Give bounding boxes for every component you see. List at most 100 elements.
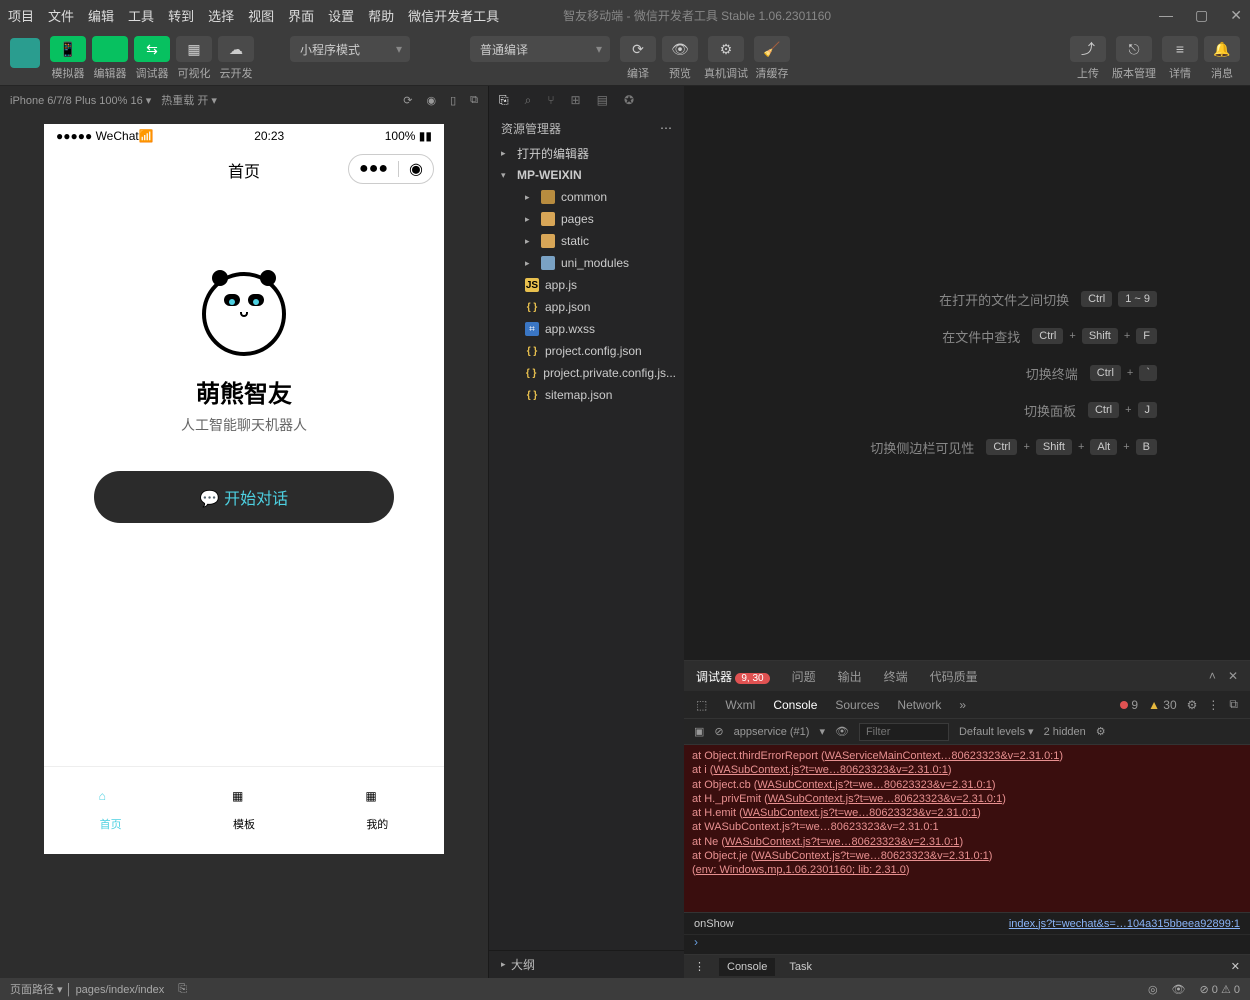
tree-folder[interactable]: ▸pages xyxy=(489,208,684,230)
mode-select[interactable]: 小程序模式 xyxy=(290,36,410,62)
toolbar-button[interactable]: ▦可视化 xyxy=(176,36,212,81)
outline-header[interactable]: ▸大纲 xyxy=(489,950,684,978)
toolbar-button[interactable]: ⇆调试器 xyxy=(134,36,170,81)
device-select[interactable]: iPhone 6/7/8 Plus 100% 16 ▾ xyxy=(10,94,151,107)
close-icon[interactable]: ✕ xyxy=(1228,669,1238,683)
ext-icon[interactable]: ⊞ xyxy=(571,93,581,107)
tab-console[interactable]: Console xyxy=(773,698,817,712)
tree-folder[interactable]: ▸static xyxy=(489,230,684,252)
gear-icon[interactable]: ⚙ xyxy=(1096,725,1106,738)
menu-item[interactable]: 微信开发者工具 xyxy=(408,6,499,25)
toolbar-button[interactable]: ⤴上传 xyxy=(1070,36,1106,81)
device-icon[interactable]: ▯ xyxy=(450,94,456,107)
console-output[interactable]: at Object.thirdErrorReport (WAServiceMai… xyxy=(684,745,1250,912)
menu-item[interactable]: 界面 xyxy=(288,6,314,25)
drawer-tab-task[interactable]: Task xyxy=(789,961,812,973)
files-tab-icon[interactable]: ⎘ xyxy=(499,93,509,108)
tree-file[interactable]: { }project.private.config.js... xyxy=(489,362,684,384)
toolbar-button[interactable]: 编辑器 xyxy=(92,36,128,81)
tab-wxml[interactable]: Wxml xyxy=(725,698,755,712)
menu-item[interactable]: 编辑 xyxy=(88,6,114,25)
toolbar-button[interactable]: 🧹清缓存 xyxy=(754,36,790,81)
record-icon[interactable]: ◉ xyxy=(426,94,436,107)
tab-network[interactable]: Network xyxy=(897,698,941,712)
compile-select[interactable]: 普通编译 xyxy=(470,36,610,62)
refresh-icon[interactable]: ⟳ xyxy=(403,94,412,107)
devpanel-tab[interactable]: 问题 xyxy=(792,668,816,685)
close-icon[interactable]: ✕ xyxy=(1230,7,1242,24)
more-icon[interactable]: ⋮ xyxy=(694,960,705,973)
context-select[interactable]: appservice (#1) xyxy=(734,726,810,738)
devpanel-tab[interactable]: 终端 xyxy=(884,668,908,685)
toolbar-button[interactable]: ⚙真机调试 xyxy=(704,36,748,81)
db-icon[interactable]: ▤ xyxy=(597,93,608,107)
bug-icon[interactable]: ✪ xyxy=(624,93,634,107)
close-icon[interactable]: ✕ xyxy=(1231,960,1240,973)
tree-folder[interactable]: ▸uni_modules xyxy=(489,252,684,274)
more-icon[interactable]: ⋮ xyxy=(1207,698,1219,712)
hot-reload-toggle[interactable]: 热重载 开 ▾ xyxy=(161,92,217,108)
warn-count[interactable]: 30 xyxy=(1163,698,1176,712)
dock-icon[interactable]: ⧉ xyxy=(1229,697,1238,712)
phone-tab[interactable]: ⌂首页 xyxy=(44,767,177,854)
gear-icon[interactable]: ⚙ xyxy=(1187,698,1198,712)
chevron-up-icon[interactable]: ˄ xyxy=(1209,669,1216,683)
inspect-icon[interactable]: ⬚ xyxy=(696,698,707,712)
levels-select[interactable]: Default levels ▾ xyxy=(959,725,1034,738)
toolbar-button[interactable]: 👁预览 xyxy=(662,36,698,81)
tree-file[interactable]: { }sitemap.json xyxy=(489,384,684,406)
copy-icon[interactable]: ⎘ xyxy=(178,983,187,996)
error-count[interactable]: 9 xyxy=(1131,698,1138,712)
target-icon[interactable]: ◉ xyxy=(409,159,423,179)
menu-item[interactable]: 工具 xyxy=(128,6,154,25)
more-icon[interactable]: ⋯ xyxy=(660,121,672,135)
tree-file[interactable]: { }app.json xyxy=(489,296,684,318)
devpanel-tab[interactable]: 调试器 9, 30 xyxy=(696,668,770,693)
filter-input[interactable] xyxy=(859,723,949,741)
search-icon[interactable]: ⌕ xyxy=(525,93,532,108)
start-chat-button[interactable]: 💬 开始对话 xyxy=(94,471,394,523)
hidden-count[interactable]: 2 hidden xyxy=(1044,726,1086,738)
tree-folder[interactable]: ▸common xyxy=(489,186,684,208)
toolbar-button[interactable]: ≡详情 xyxy=(1162,36,1198,81)
page-path[interactable]: 页面路径 ▾ │ pages/index/index xyxy=(10,981,164,997)
tree-file[interactable]: ⌗app.wxss xyxy=(489,318,684,340)
tree-file[interactable]: JSapp.js xyxy=(489,274,684,296)
toolbar-button[interactable]: 📱模拟器 xyxy=(50,36,86,81)
more-icon[interactable]: ●●● xyxy=(359,160,388,178)
drawer-tab-console[interactable]: Console xyxy=(719,958,775,976)
tab-sources[interactable]: Sources xyxy=(835,698,879,712)
toolbar-button[interactable]: ☁云开发 xyxy=(218,36,254,81)
minimize-icon[interactable]: ― xyxy=(1159,7,1173,24)
avatar[interactable] xyxy=(10,38,40,68)
console-prompt[interactable]: › xyxy=(684,934,1250,954)
menu-item[interactable]: 选择 xyxy=(208,6,234,25)
devpanel-tab[interactable]: 代码质量 xyxy=(930,668,978,685)
eye-icon[interactable]: 👁 xyxy=(1172,983,1186,996)
toolbar-button[interactable]: ⟳编译 xyxy=(620,36,656,81)
target-icon[interactable]: ◎ xyxy=(1148,983,1158,996)
devpanel-tab[interactable]: 输出 xyxy=(838,668,862,685)
toolbar-button[interactable]: 🔔消息 xyxy=(1204,36,1240,81)
maximize-icon[interactable]: ▢ xyxy=(1195,7,1208,24)
branch-icon[interactable]: ⑂ xyxy=(547,93,554,107)
menu-item[interactable]: 项目 xyxy=(8,6,34,25)
phone-tab[interactable]: ▦我的 xyxy=(311,767,444,854)
tree-group[interactable]: ▾MP-WEIXIN xyxy=(489,164,684,186)
log-source-link[interactable]: index.js?t=wechat&s=…104a315bbeea92899:1 xyxy=(1009,918,1240,930)
menu-item[interactable]: 转到 xyxy=(168,6,194,25)
menu-item[interactable]: 文件 xyxy=(48,6,74,25)
tree-group[interactable]: ▸打开的编辑器 xyxy=(489,142,684,164)
menu-item[interactable]: 设置 xyxy=(328,6,354,25)
popout-icon[interactable]: ⧉ xyxy=(470,94,478,107)
more-tabs-icon[interactable]: » xyxy=(959,698,966,712)
capsule-button[interactable]: ●●● ◉ xyxy=(348,154,434,184)
menu-item[interactable]: 帮助 xyxy=(368,6,394,25)
phone-tab[interactable]: ▦模板 xyxy=(177,767,310,854)
eye-icon[interactable]: 👁 xyxy=(835,725,849,738)
menu-item[interactable]: 视图 xyxy=(248,6,274,25)
tree-file[interactable]: { }project.config.json xyxy=(489,340,684,362)
clear-icon[interactable]: ⊘ xyxy=(714,725,723,738)
sidebar-toggle-icon[interactable]: ▣ xyxy=(694,725,704,738)
toolbar-button[interactable]: ⎋版本管理 xyxy=(1112,36,1156,81)
